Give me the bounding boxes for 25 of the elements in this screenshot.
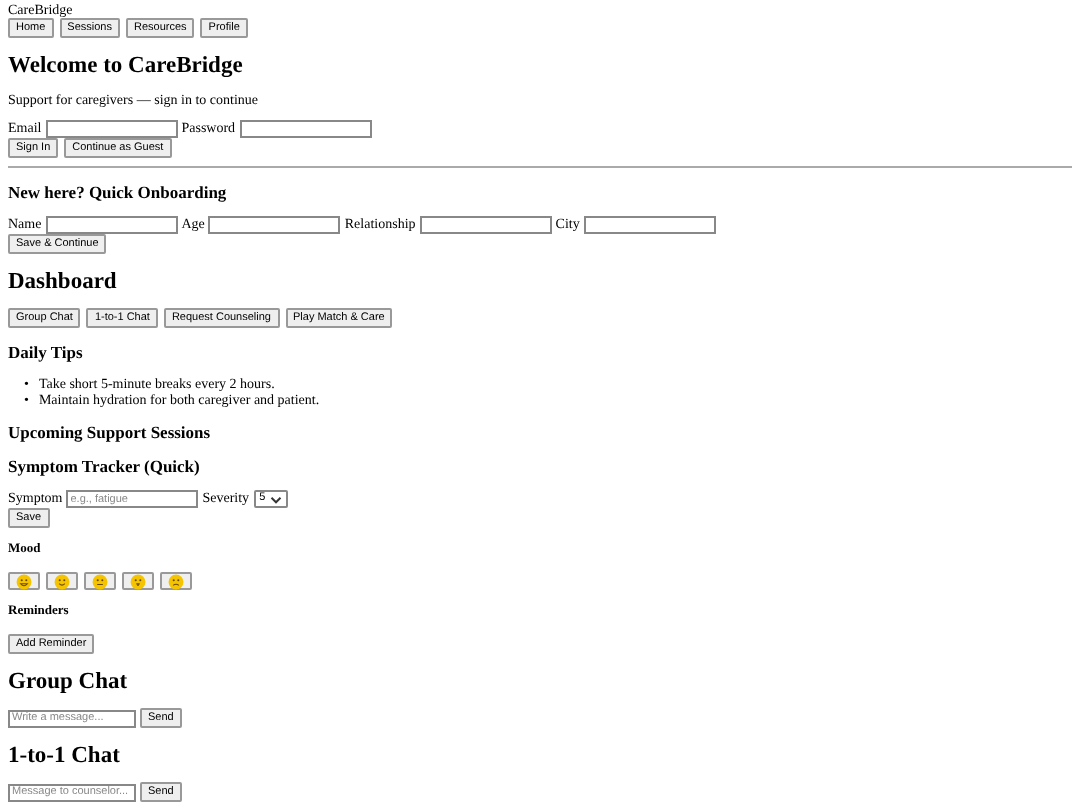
mood-button[interactable] [160, 572, 192, 590]
page-heading: Dashboard [8, 270, 119, 294]
smiley-icon [54, 573, 70, 589]
caret-icon [269, 495, 282, 503]
input-field[interactable] [45, 216, 178, 234]
input-field[interactable] [45, 120, 178, 138]
input-field[interactable] [208, 216, 341, 234]
section-heading: New here? Quick Onboarding [8, 182, 229, 202]
section-heading: Symptom Tracker (Quick) [8, 456, 202, 476]
smiley-icon [92, 573, 108, 589]
smiley-icon [130, 573, 146, 589]
page-heading: Group Chat [8, 670, 130, 694]
section-heading: Upcoming Support Sessions [8, 422, 213, 442]
mood-button[interactable] [8, 572, 40, 590]
mood-button[interactable] [84, 572, 116, 590]
mood-button[interactable] [122, 572, 154, 590]
section-heading: Daily Tips [8, 342, 85, 362]
smiley-icon [16, 573, 32, 589]
page-heading: Welcome to CareBridge [8, 54, 245, 78]
input-field[interactable] [239, 120, 372, 138]
input-field[interactable] [583, 216, 716, 234]
input-field[interactable] [419, 216, 552, 234]
mood-button[interactable] [46, 572, 78, 590]
smiley-icon [168, 573, 184, 589]
page-heading: 1-to-1 Chat [8, 744, 122, 768]
